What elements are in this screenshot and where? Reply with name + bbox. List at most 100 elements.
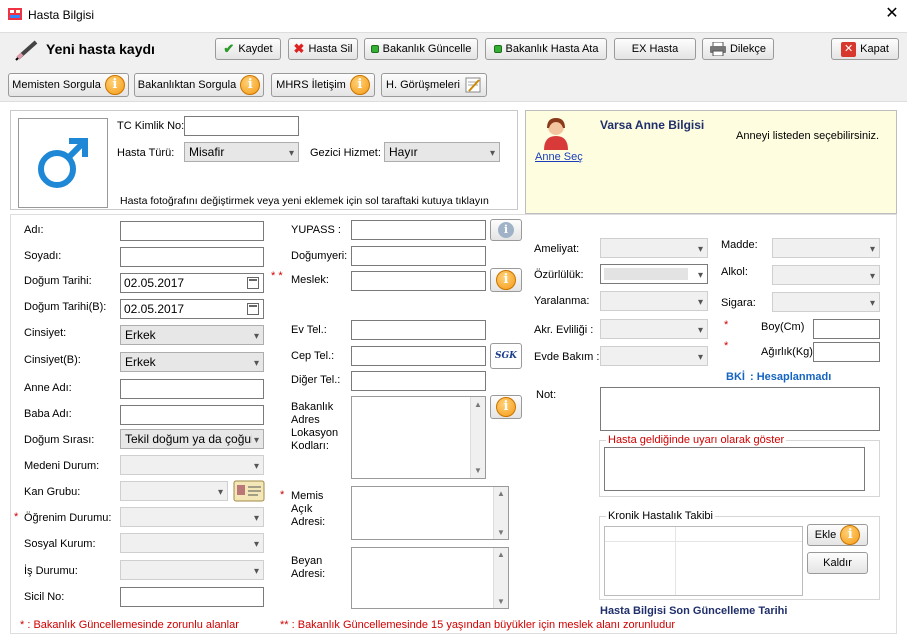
ex-patient-button[interactable]: EX Hasta — [614, 38, 696, 60]
select-mother-link[interactable]: Anne Seç — [535, 151, 583, 163]
disability-select[interactable]: ▾ — [600, 264, 708, 284]
consanguinity-select[interactable]: ▾ — [600, 319, 708, 339]
injury-label: Yaralanma: — [534, 295, 590, 307]
meetings-button[interactable]: H. Görüşmeleri — [381, 73, 487, 97]
alcohol-select[interactable]: ▾ — [772, 265, 880, 285]
mhrs-contact-button[interactable]: MHRS İletişim i — [271, 73, 375, 97]
height-input[interactable] — [813, 319, 880, 339]
address-location-textarea[interactable]: ▲ ▼ — [351, 396, 486, 479]
chronic-list[interactable] — [604, 526, 803, 596]
ministry-update-button[interactable]: Bakanlık Güncelle — [364, 38, 478, 60]
scrollbar[interactable]: ▲ ▼ — [493, 548, 508, 608]
add-chronic-button[interactable]: Ekle i — [807, 524, 868, 546]
employment-select[interactable]: ▾ — [120, 560, 264, 580]
tc-label: TC Kimlik No: — [117, 120, 185, 132]
chevron-down-icon: ▾ — [489, 148, 495, 159]
substance-label: Madde: — [721, 239, 758, 251]
social-institution-select[interactable]: ▾ — [120, 533, 264, 553]
education-select[interactable]: ▾ — [120, 507, 264, 527]
consanguinity-label: Akr. Evliliği : — [534, 324, 594, 336]
close-button[interactable]: ✕ Kapat — [831, 38, 899, 60]
other-phone-input[interactable] — [351, 371, 486, 391]
info-icon: i — [840, 525, 861, 545]
father-name-input[interactable] — [120, 405, 264, 425]
scrollbar[interactable]: ▲ ▼ — [470, 397, 485, 478]
birth-date-label: Doğum Tarihi: — [24, 275, 92, 287]
mobile-phone-label: Cep Tel.: — [291, 350, 335, 362]
mother-name-input[interactable] — [120, 379, 264, 399]
note-textarea[interactable] — [600, 387, 880, 431]
gender-label: Cinsiyet: — [24, 327, 67, 339]
blood-group-select[interactable]: ▾ — [120, 481, 228, 501]
declared-address-label: Beyan Adresi: — [291, 555, 326, 580]
occupation-input[interactable] — [351, 271, 486, 291]
scrollbar[interactable]: ▲ ▼ — [493, 487, 508, 539]
yupass-input[interactable] — [351, 220, 486, 240]
smoking-select[interactable]: ▾ — [772, 292, 880, 312]
patient-type-select[interactable]: Misafir ▾ — [184, 142, 299, 162]
injury-select[interactable]: ▾ — [600, 291, 708, 311]
home-care-select[interactable]: ▾ — [600, 346, 708, 366]
surname-input[interactable] — [120, 247, 264, 267]
birth-date-b-picker[interactable]: 02.05.2017 — [120, 299, 264, 319]
ministry-query-button[interactable]: Bakanlıktan Sorgula i — [134, 73, 264, 97]
home-care-label: Evde Bakım : — [534, 351, 600, 363]
ministry-assign-button[interactable]: Bakanlık Hasta Ata — [485, 38, 607, 60]
close-red-icon: ✕ — [841, 41, 857, 57]
green-status-icon — [493, 45, 502, 53]
petition-button[interactable]: Dilekçe — [702, 38, 774, 60]
delete-icon: ✖ — [293, 41, 305, 56]
id-card-icon[interactable] — [233, 480, 265, 502]
patient-type-label: Hasta Türü: — [117, 147, 175, 159]
page-title: Yeni hasta kaydı — [46, 41, 155, 57]
height-label: Boy(Cm) — [761, 321, 805, 333]
name-input[interactable] — [120, 221, 264, 241]
surname-label: Soyadı: — [24, 250, 62, 262]
chevron-down-icon: ▾ — [869, 271, 875, 282]
occupation-info-button[interactable]: i — [490, 268, 522, 292]
photo-box[interactable] — [18, 118, 108, 208]
surgery-label: Ameliyat: — [534, 243, 580, 255]
home-phone-input[interactable] — [351, 320, 486, 340]
chevron-down-icon: ▾ — [697, 270, 703, 281]
close-icon[interactable]: ✕ — [880, 2, 904, 26]
substance-select[interactable]: ▾ — [772, 238, 880, 258]
warning-textarea[interactable] — [604, 447, 865, 491]
memis-query-button[interactable]: Memisten Sorgula i — [8, 73, 129, 97]
scroll-up-icon: ▲ — [497, 550, 505, 559]
scroll-up-icon: ▲ — [497, 489, 505, 498]
info-icon: i — [240, 75, 261, 95]
surgery-select[interactable]: ▾ — [600, 238, 708, 258]
delete-patient-button[interactable]: ✖ Hasta Sil — [288, 38, 358, 60]
tc-input[interactable] — [184, 116, 299, 136]
mother-name-label: Anne Adı: — [24, 382, 72, 394]
marital-status-select[interactable]: ▾ — [120, 455, 264, 475]
birthplace-input[interactable] — [351, 246, 486, 266]
sgk-button[interactable]: SGK — [490, 343, 522, 369]
declared-address-textarea[interactable]: ▲ ▼ — [351, 547, 509, 609]
scroll-down-icon: ▼ — [497, 528, 505, 537]
chevron-down-icon: ▾ — [253, 513, 259, 524]
birth-order-select[interactable]: Tekil doğum ya da çoğul d▾ — [120, 429, 264, 449]
birth-date-picker[interactable]: 02.05.2017 — [120, 273, 264, 293]
app-icon — [8, 8, 22, 20]
memis-address-textarea[interactable]: ▲ ▼ — [351, 486, 509, 540]
weight-input[interactable] — [813, 342, 880, 362]
title-bar: Hasta Bilgisi ✕ — [0, 0, 907, 30]
gender-select[interactable]: Erkek ▾ — [120, 325, 264, 345]
yupass-info-button[interactable]: i — [490, 219, 522, 241]
gender-b-select[interactable]: Erkek ▾ — [120, 352, 264, 372]
mobile-service-select[interactable]: Hayır ▾ — [384, 142, 500, 162]
address-info-button[interactable]: i — [490, 395, 522, 419]
registry-no-input[interactable] — [120, 587, 264, 607]
chevron-down-icon: ▾ — [251, 432, 259, 448]
remove-chronic-button[interactable]: Kaldır — [807, 552, 868, 574]
smoking-label: Sigara: — [721, 297, 756, 309]
mother-note: Anneyi listeden seçebilirsiniz. — [736, 130, 880, 142]
calendar-icon — [247, 277, 259, 289]
chevron-down-icon: ▾ — [253, 358, 259, 369]
info-icon: i — [349, 75, 370, 95]
save-button[interactable]: ✔ Kaydet — [215, 38, 281, 60]
mobile-phone-input[interactable] — [351, 346, 486, 366]
home-phone-label: Ev Tel.: — [291, 324, 327, 336]
